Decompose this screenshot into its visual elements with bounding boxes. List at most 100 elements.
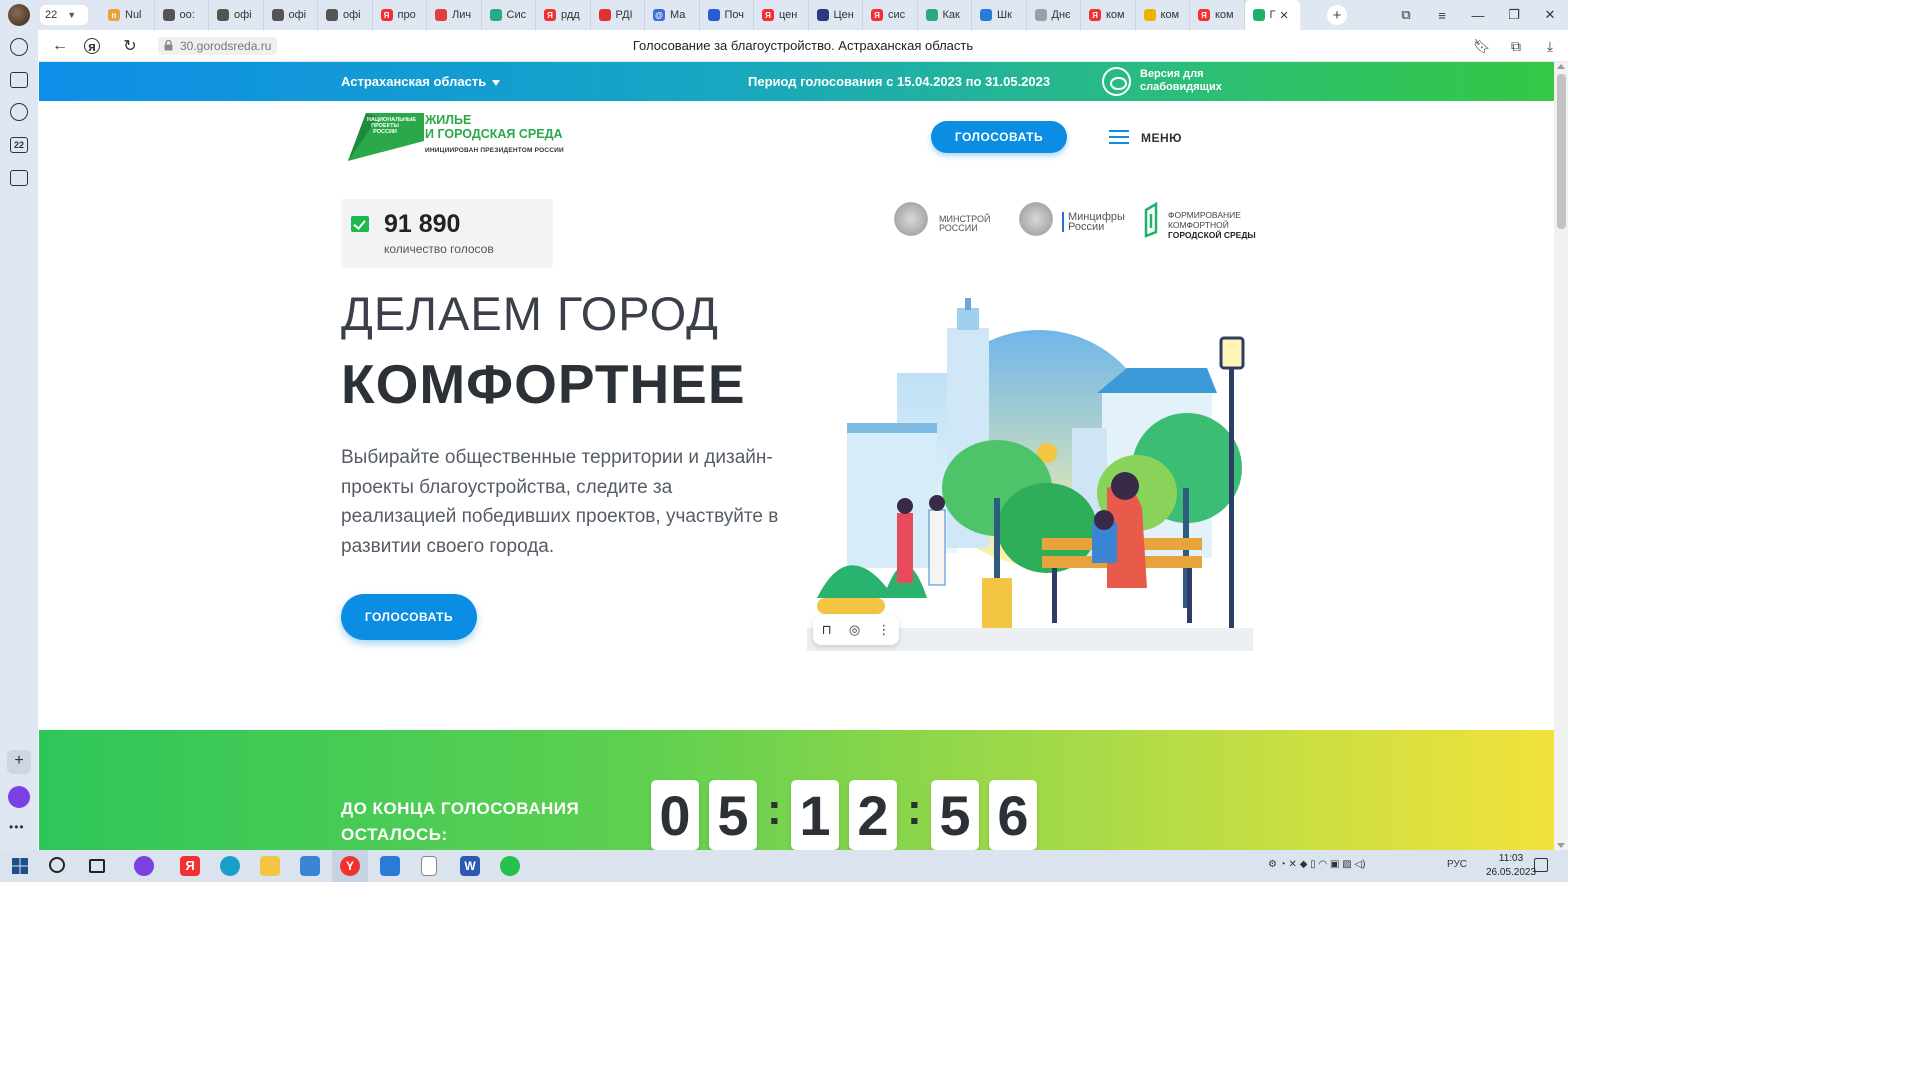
collections-icon[interactable]: ⧉ bbox=[1506, 36, 1526, 56]
tab-favicon-icon bbox=[271, 9, 284, 21]
eye-icon[interactable] bbox=[1102, 67, 1131, 96]
header-vote-button[interactable]: ГОЛОСОВАТЬ bbox=[931, 121, 1067, 153]
document-icon[interactable] bbox=[421, 856, 437, 876]
edge-icon[interactable] bbox=[220, 856, 240, 876]
tray-icons[interactable]: ⚙ ◔ ✕ ◆ ▯ ◠ ▣ ▨ ◁) bbox=[1268, 859, 1365, 870]
mail-icon[interactable] bbox=[380, 856, 400, 876]
file-explorer-icon[interactable] bbox=[260, 856, 280, 876]
minstroy-logo[interactable]: МИНСТРОЙ РОССИИ bbox=[939, 215, 1009, 233]
browser-tab[interactable]: оо: bbox=[155, 0, 209, 30]
tab-favicon-icon bbox=[1252, 9, 1265, 21]
tab-favicon-icon: Я bbox=[762, 9, 774, 21]
tab-favicon-icon bbox=[598, 9, 611, 21]
bookmark-icon[interactable]: 🔖︎ bbox=[1472, 36, 1492, 56]
close-button[interactable]: ✕ bbox=[1532, 7, 1568, 23]
whatsapp-icon[interactable] bbox=[500, 856, 520, 876]
tab-favicon-icon: @ bbox=[653, 9, 665, 21]
hero-vote-button[interactable]: ГОЛОСОВАТЬ bbox=[341, 594, 477, 640]
tab-favicon-icon bbox=[326, 9, 338, 21]
word-icon[interactable]: W bbox=[460, 856, 480, 876]
more-icon[interactable]: ⋮ bbox=[877, 622, 890, 638]
minimize-button[interactable]: — bbox=[1460, 8, 1496, 23]
browser-tab[interactable]: Лич bbox=[427, 0, 482, 30]
bookmark-icon[interactable]: ⊓ bbox=[822, 622, 832, 638]
alice-taskbar-icon[interactable] bbox=[134, 856, 154, 876]
profile-avatar[interactable] bbox=[8, 4, 30, 26]
window-controls: ⧉ ≡ — ❐ ✕ bbox=[1388, 0, 1568, 30]
windows-start-icon[interactable] bbox=[12, 858, 28, 874]
page-title: Голосование за благоустройство. Астрахан… bbox=[632, 38, 974, 53]
browser-tab[interactable]: Как bbox=[918, 0, 972, 30]
screenshot-icon[interactable] bbox=[10, 170, 28, 186]
browser-tab[interactable]: офі bbox=[209, 0, 264, 30]
yandex-taskbar-icon[interactable]: Я bbox=[180, 856, 200, 876]
browser-tab[interactable]: Ясис bbox=[863, 0, 918, 30]
menu-button[interactable]: МЕНЮ bbox=[1141, 131, 1182, 145]
browser-tab[interactable]: ком bbox=[1136, 0, 1190, 30]
fkgs-logo[interactable]: ФОРМИРОВАНИЕ КОМФОРТНОЙ ГОРОДСКОЙ СРЕДЫ bbox=[1168, 210, 1268, 240]
menu-icon[interactable]: ≡ bbox=[1424, 8, 1460, 23]
browser-tab[interactable]: n Nul bbox=[100, 0, 155, 30]
logo-title[interactable]: ЖИЛЬЕ И ГОРОДСКАЯ СРЕДА bbox=[425, 113, 563, 141]
browser-tab[interactable]: Днє bbox=[1027, 0, 1081, 30]
tab-label: Шк bbox=[997, 9, 1012, 21]
tab-counter[interactable]: 22 ▼ bbox=[40, 5, 88, 25]
play-icon[interactable] bbox=[10, 103, 28, 121]
scroll-up-arrow-icon[interactable] bbox=[1557, 64, 1565, 69]
store-icon[interactable] bbox=[300, 856, 320, 876]
browser-tab[interactable]: Яком bbox=[1081, 0, 1136, 30]
system-clock[interactable]: 11:03 26.05.2023 bbox=[1486, 852, 1536, 880]
tab-label: Лич bbox=[452, 9, 472, 21]
tab-label: оо: bbox=[179, 9, 195, 21]
browser-tab[interactable]: офі bbox=[318, 0, 373, 30]
russian-emblem-icon bbox=[892, 199, 930, 239]
new-tab-button[interactable]: + bbox=[1327, 5, 1347, 25]
browser-tab[interactable]: Яком bbox=[1190, 0, 1245, 30]
page-scrollbar[interactable] bbox=[1554, 62, 1568, 850]
calendar-icon[interactable]: 22 bbox=[10, 137, 28, 153]
tab-label: офі bbox=[343, 9, 361, 21]
browser-tab[interactable]: РДІ bbox=[591, 0, 645, 30]
browser-tab[interactable]: Поч bbox=[700, 0, 754, 30]
tab-favicon-icon: Я bbox=[1089, 9, 1101, 21]
browser-tab[interactable]: Цен bbox=[809, 0, 863, 30]
logo-title-line1: ЖИЛЬЕ bbox=[425, 113, 472, 127]
download-icon[interactable]: ⤓ bbox=[1540, 36, 1560, 56]
hamburger-icon[interactable] bbox=[1109, 130, 1129, 144]
logo-np-text: НАЦИОНАЛЬНЫЕ ПРОЕКТЫ РОССИИ bbox=[367, 117, 417, 135]
votes-label: количество голосов bbox=[384, 242, 494, 256]
tab-favicon-icon bbox=[217, 9, 229, 21]
browser-tab[interactable]: офі bbox=[264, 0, 318, 30]
bookmarks-icon[interactable]: ⧉ bbox=[1388, 7, 1424, 23]
notes-icon[interactable] bbox=[10, 72, 28, 88]
scroll-thumb[interactable] bbox=[1557, 74, 1566, 229]
search-icon[interactable] bbox=[49, 857, 65, 873]
camera-icon[interactable]: ◎ bbox=[849, 622, 860, 638]
history-icon[interactable] bbox=[10, 38, 28, 56]
task-view-icon[interactable] bbox=[89, 859, 105, 873]
add-panel-icon[interactable]: + bbox=[7, 750, 31, 774]
browser-tab[interactable]: Ярдд bbox=[536, 0, 591, 30]
browser-tab[interactable]: Сис bbox=[482, 0, 536, 30]
alice-icon[interactable] bbox=[8, 786, 30, 808]
close-tab-icon[interactable]: ✕ bbox=[1279, 9, 1288, 22]
logo-title-line2: И ГОРОДСКАЯ СРЕДА bbox=[425, 127, 563, 141]
browser-tab[interactable]: Япро bbox=[373, 0, 427, 30]
clock-date: 26.05.2023 bbox=[1486, 867, 1537, 878]
more-icon[interactable]: ••• bbox=[9, 820, 25, 834]
tab-label: офі bbox=[234, 9, 252, 21]
yandex-browser-taskbar-icon[interactable]: Y bbox=[340, 856, 360, 876]
restore-button[interactable]: ❐ bbox=[1496, 7, 1532, 23]
scroll-down-arrow-icon[interactable] bbox=[1557, 843, 1565, 848]
russian-emblem-icon bbox=[1017, 199, 1055, 239]
language-indicator[interactable]: РУС bbox=[1447, 859, 1467, 870]
mincifry-logo[interactable]: Минцифры России bbox=[1062, 212, 1132, 233]
accessibility-link[interactable]: Версия для слабовидящих bbox=[1140, 68, 1240, 94]
browser-tab[interactable]: @ Ма bbox=[645, 0, 700, 30]
browser-tab[interactable]: Яцен bbox=[754, 0, 809, 30]
notifications-icon[interactable] bbox=[1534, 858, 1548, 872]
browser-tab[interactable]: Шк bbox=[972, 0, 1027, 30]
tab-label: Днє bbox=[1051, 9, 1071, 21]
region-selector[interactable]: Астраханская область bbox=[341, 74, 501, 89]
browser-tab[interactable]: Г ✕ bbox=[1244, 0, 1301, 30]
